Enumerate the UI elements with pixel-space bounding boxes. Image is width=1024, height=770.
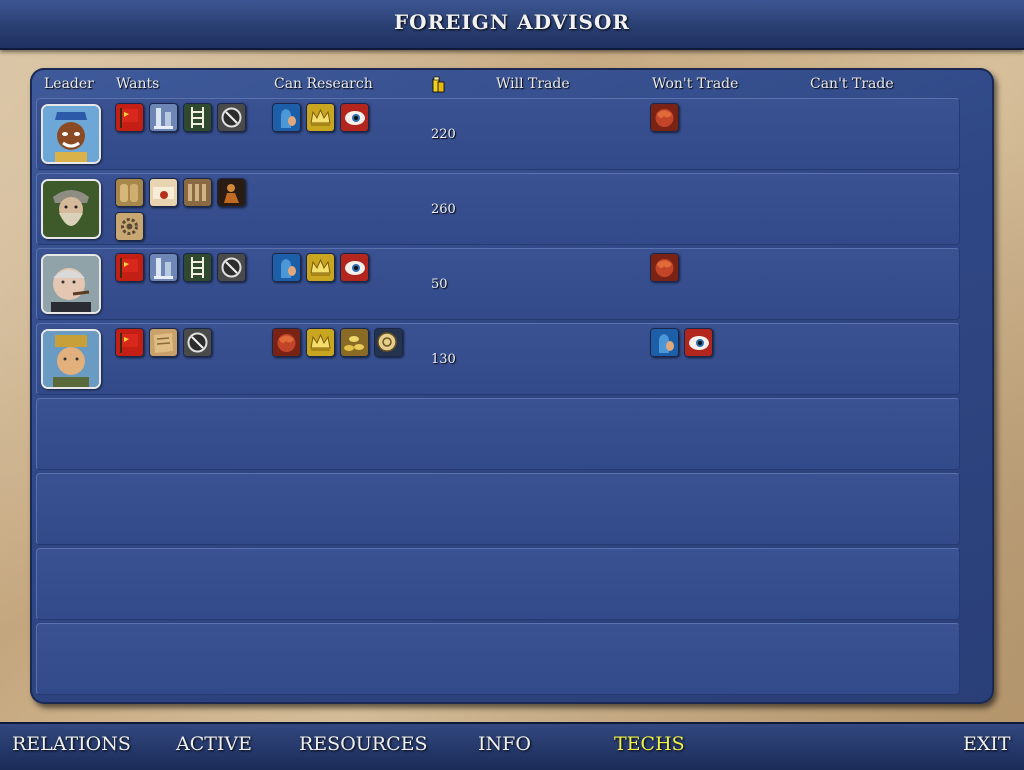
blue-hand-icon[interactable] [272,103,301,132]
scroll-map-icon[interactable] [149,328,178,357]
bottom-nav-bar: RELATIONS ACTIVE RESOURCES INFO TECHS EX… [0,722,1024,770]
nav-relations-button[interactable]: RELATIONS [12,733,131,755]
dark-figure-icon[interactable] [217,178,246,207]
page-title: FOREIGN ADVISOR [393,10,631,34]
red-flag-icon[interactable] [115,328,144,357]
leader-row [36,398,960,470]
red-beast-icon[interactable] [650,103,679,132]
column-header-can-research: Can Research [274,76,373,92]
ladder-icon[interactable] [183,253,212,282]
red-flag-icon[interactable] [115,103,144,132]
blue-hand-icon[interactable] [650,328,679,357]
gold-amount: 130 [431,352,456,367]
crown-icon[interactable] [306,253,335,282]
leader-row[interactable]: 130 [36,323,960,395]
gold-amount: 50 [431,277,448,292]
leader-row[interactable]: 260 [36,173,960,245]
nav-techs-button[interactable]: TECHS [614,733,685,755]
tablets-icon[interactable] [115,178,144,207]
column-header-cant-trade: Can't Trade [810,76,894,92]
column-statue-icon[interactable] [149,103,178,132]
astrolabe-icon[interactable] [374,328,403,357]
leader-row [36,473,960,545]
crown-icon[interactable] [306,103,335,132]
gold-icon [432,76,445,93]
advisor-panel: Leader Wants Can Research Will Trade Won… [30,68,994,704]
eye-icon[interactable] [340,103,369,132]
column-header-leader: Leader [44,76,94,92]
scroll-icon[interactable] [149,178,178,207]
nav-active-button[interactable]: ACTIVE [176,733,252,755]
column-header-will-trade: Will Trade [496,76,570,92]
gold-amount: 260 [431,202,456,217]
coins-icon[interactable] [340,328,369,357]
column-header-wants: Wants [116,76,160,92]
pillars-icon[interactable] [183,178,212,207]
crown-icon[interactable] [306,328,335,357]
eye-icon[interactable] [684,328,713,357]
nav-exit-button[interactable]: EXIT [963,733,1011,755]
leader-viking-portrait[interactable] [41,179,101,239]
compass-icon[interactable] [183,328,212,357]
gold-amount: 220 [431,127,456,142]
leader-britain-portrait[interactable] [41,254,101,314]
compass-icon[interactable] [217,103,246,132]
compass-icon[interactable] [217,253,246,282]
leader-row[interactable]: 220 [36,98,960,170]
red-beast-icon[interactable] [650,253,679,282]
red-flag-icon[interactable] [115,253,144,282]
leader-row[interactable]: 50 [36,248,960,320]
column-header-wont-trade: Won't Trade [652,76,739,92]
leader-row [36,623,960,695]
column-statue-icon[interactable] [149,253,178,282]
ladder-icon[interactable] [183,103,212,132]
leader-egypt-portrait[interactable] [41,104,101,164]
nav-info-button[interactable]: INFO [478,733,531,755]
gear-map-icon[interactable] [115,212,144,241]
leader-row [36,548,960,620]
leader-asia-portrait[interactable] [41,329,101,389]
red-beast-icon[interactable] [272,328,301,357]
title-bar: FOREIGN ADVISOR [0,0,1024,50]
blue-hand-icon[interactable] [272,253,301,282]
eye-icon[interactable] [340,253,369,282]
nav-resources-button[interactable]: RESOURCES [299,733,428,755]
